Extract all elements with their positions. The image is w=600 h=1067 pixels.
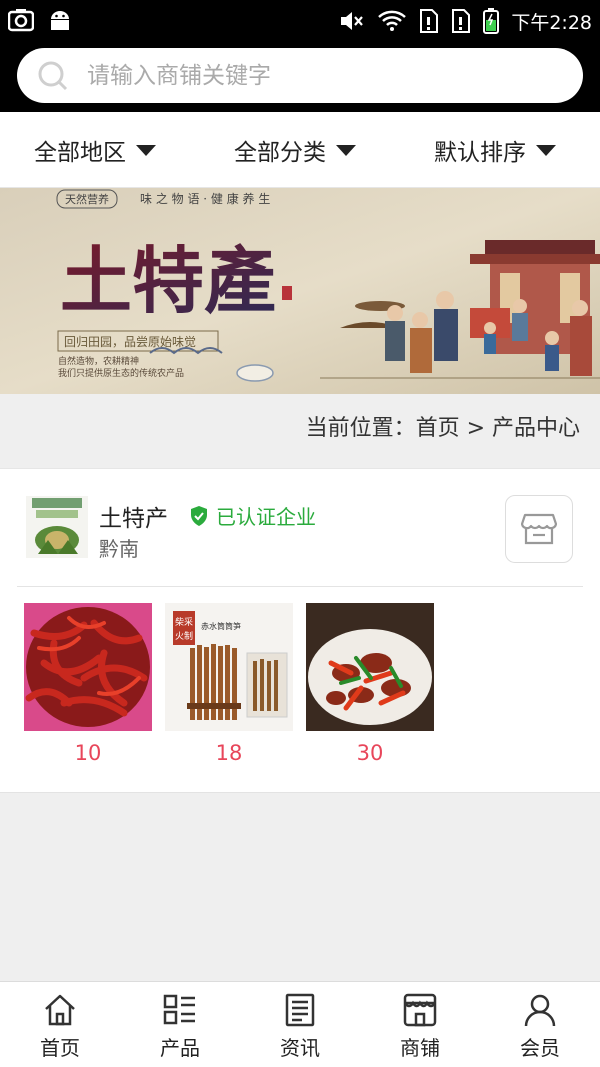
product-item[interactable]: 30 — [306, 603, 434, 765]
camera-icon — [8, 9, 34, 32]
filter-category[interactable]: 全部分类 — [234, 112, 356, 188]
store-logo — [26, 496, 88, 558]
grid-list-icon — [163, 994, 195, 1025]
filter-bar: 全部地区 全部分类 默认排序 — [0, 112, 600, 188]
product-item[interactable]: 10 — [24, 603, 152, 765]
store-card[interactable]: 土特产 已认证企业 黔南 10 柴采 火制 赤水筒筒笋 18 30 — [0, 468, 600, 793]
filter-category-label: 全部分类 — [234, 140, 326, 166]
banner-title: 土特產 — [60, 238, 276, 323]
shop-icon — [521, 513, 557, 545]
search-bar[interactable] — [17, 48, 583, 103]
tab-products-label: 产品 — [160, 1036, 200, 1060]
top-header: 下午2:28 — [0, 0, 600, 112]
product-image-stir-fried-meat[interactable] — [306, 603, 434, 731]
status-bar: 下午2:28 — [0, 0, 600, 42]
filter-sort-label: 默认排序 — [434, 140, 526, 166]
user-icon — [524, 994, 556, 1027]
battery-icon — [483, 8, 500, 34]
wifi-icon — [378, 10, 407, 31]
sim1-icon — [420, 9, 439, 33]
svg-text:赤水筒筒笋: 赤水筒筒笋 — [201, 621, 241, 631]
product-price: 30 — [356, 741, 384, 765]
tab-member-label: 会员 — [520, 1036, 560, 1060]
banner-desc-2: 我们只提供原生态的传统农产品 — [58, 367, 184, 379]
banner-desc-1: 自然造物，农耕精神 — [58, 355, 139, 367]
certified-badge: 已认证企业 — [190, 501, 316, 530]
product-image-dried-chili[interactable] — [24, 603, 152, 731]
tab-shops[interactable]: 商铺 — [360, 982, 480, 1067]
shop-icon — [403, 993, 437, 1027]
banner-seal: 天然营养 — [65, 192, 109, 206]
home-icon — [45, 994, 75, 1026]
tab-member[interactable]: 会员 — [480, 982, 600, 1067]
tab-news[interactable]: 资讯 — [240, 982, 360, 1067]
filter-region[interactable]: 全部地区 — [34, 112, 156, 188]
breadcrumb: 当前位置：首页 > 产品中心 — [305, 416, 580, 441]
mute-icon — [341, 12, 364, 30]
svg-text:火制: 火制 — [175, 630, 193, 642]
tab-home-label: 首页 — [40, 1036, 80, 1060]
search-icon — [38, 61, 68, 90]
store-location: 黔南 — [99, 537, 139, 561]
filter-region-label: 全部地区 — [34, 140, 126, 166]
verified-shield-icon — [191, 505, 207, 526]
tab-news-label: 资讯 — [280, 1036, 320, 1060]
tab-products[interactable]: 产品 — [120, 982, 240, 1067]
sim2-icon — [452, 9, 471, 33]
filter-sort[interactable]: 默认排序 — [434, 112, 556, 188]
bottom-tab-bar: 首页 产品 资讯 商铺 会员 — [0, 981, 600, 1067]
svg-text:柴采: 柴采 — [175, 616, 193, 628]
product-image-dried-bamboo-shoots[interactable]: 柴采 火制 赤水筒筒笋 — [165, 603, 293, 731]
card-divider — [17, 586, 583, 587]
tab-home[interactable]: 首页 — [0, 982, 120, 1067]
android-icon — [51, 11, 69, 30]
product-price: 10 — [74, 741, 102, 765]
store-name[interactable]: 土特产 — [99, 499, 168, 533]
product-item[interactable]: 柴采 火制 赤水筒筒笋 18 — [165, 603, 293, 765]
banner-slogan: 回归田园，品尝原始味觉 — [64, 334, 196, 349]
enter-store-button[interactable] — [505, 495, 573, 563]
banner-tagline: 味 之 物 语 · 健 康 养 生 — [140, 191, 270, 206]
search-input[interactable] — [87, 62, 527, 89]
tab-shops-label: 商铺 — [400, 1036, 440, 1060]
dropdown-arrow-icon — [536, 144, 556, 156]
dropdown-arrow-icon — [136, 144, 156, 156]
promo-banner[interactable]: 天然营养 味 之 物 语 · 健 康 养 生 土特產 回归田园，品尝原始味觉 自… — [0, 188, 600, 394]
news-icon — [285, 993, 315, 1027]
dropdown-arrow-icon — [336, 144, 356, 156]
certified-label: 已认证企业 — [216, 505, 316, 529]
status-time: 下午2:28 — [511, 11, 592, 34]
product-price: 18 — [215, 741, 243, 765]
